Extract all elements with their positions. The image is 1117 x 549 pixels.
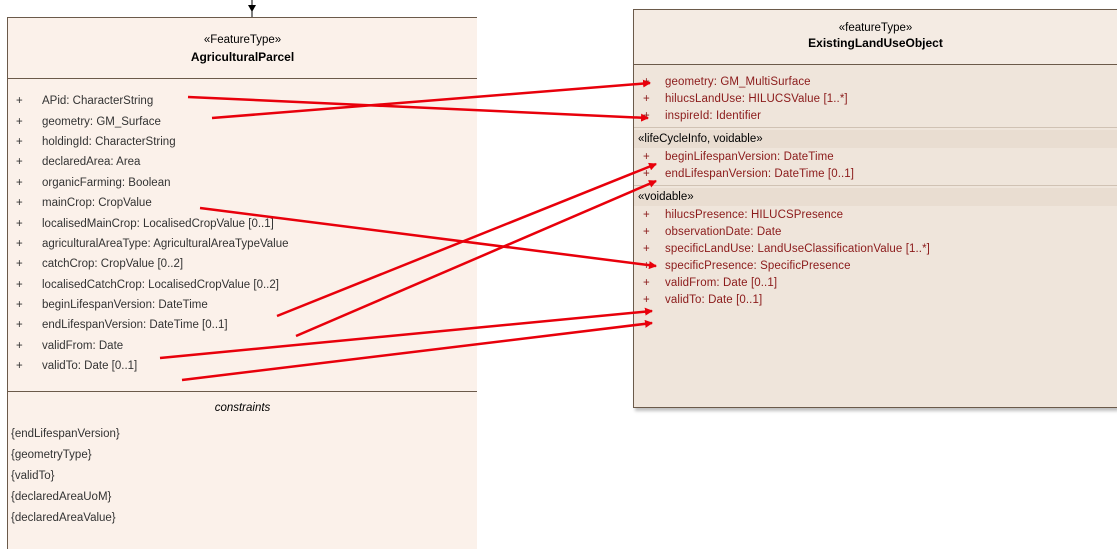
mapping-arrow-beginlifespan <box>276 162 657 318</box>
mapping-arrow-validfrom <box>159 307 653 360</box>
mapping-arrow-validto <box>181 319 653 382</box>
mapping-arrow-maincrop-to-specificlanduse <box>199 206 657 270</box>
mapping-arrows-layer <box>159 79 657 382</box>
